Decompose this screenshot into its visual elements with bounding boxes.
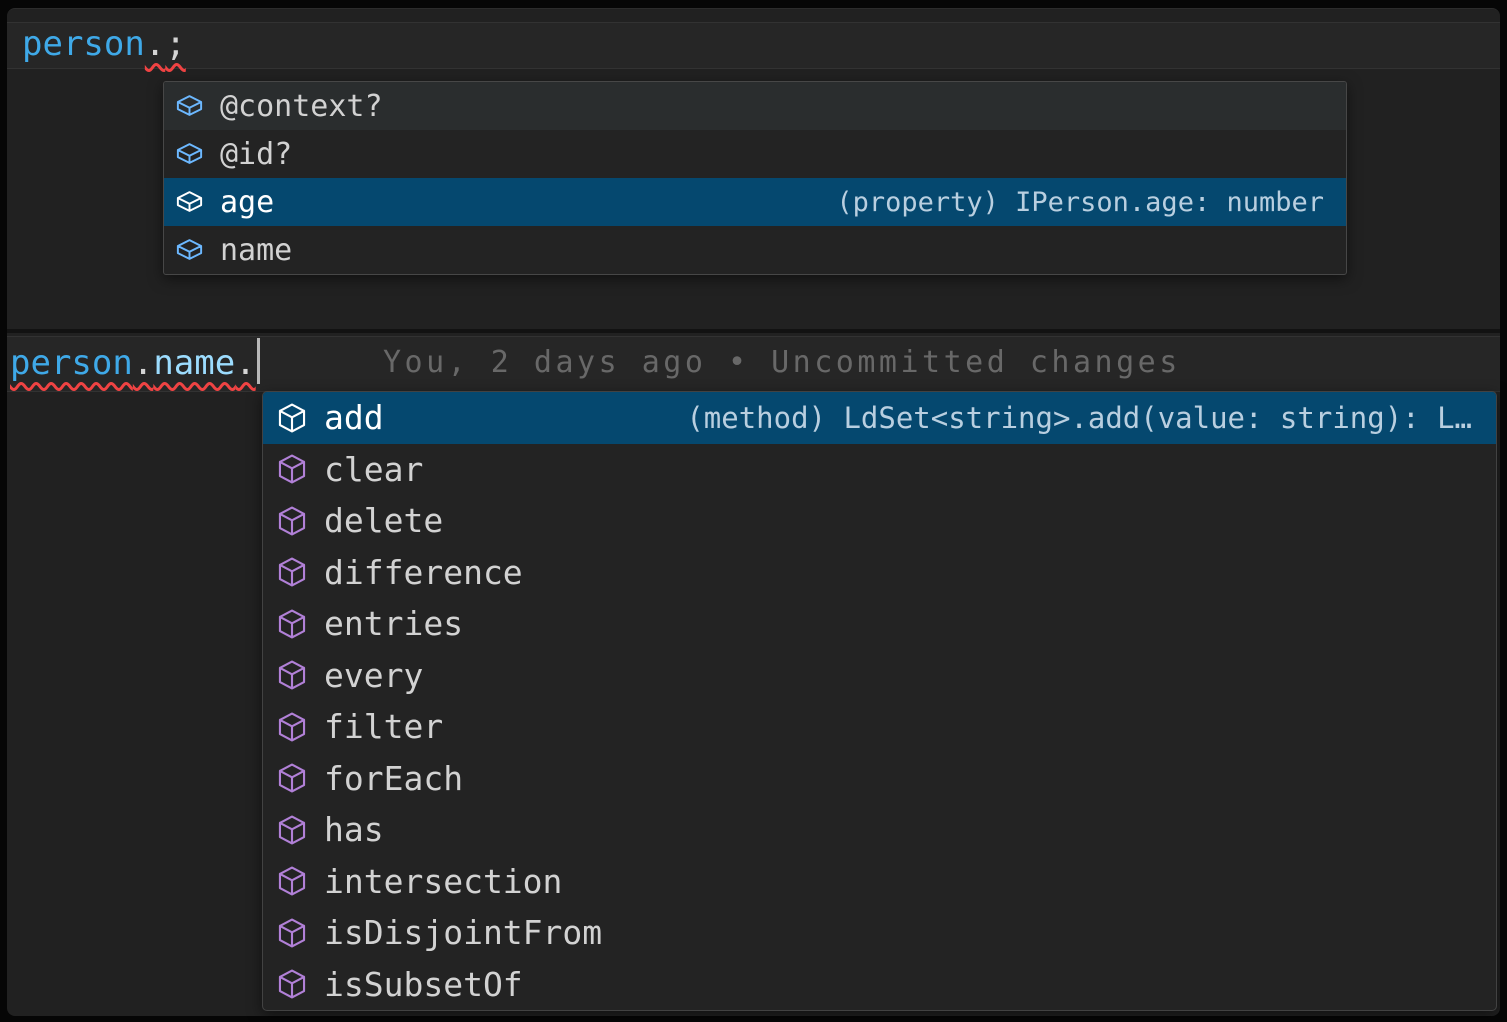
suggestion-item--context-[interactable]: @context?	[164, 82, 1346, 130]
symbol-method-icon	[275, 864, 309, 898]
suggestion-label: entries	[324, 604, 463, 643]
symbol-method-icon	[275, 813, 309, 847]
suggestion-label: isDisjointFrom	[324, 913, 602, 952]
suggestion-label: filter	[324, 707, 443, 746]
suggestion-label: every	[324, 656, 423, 695]
suggestion-label: intersection	[324, 862, 562, 901]
suggestion-item-filter[interactable]: filter	[263, 701, 1496, 753]
symbol-method-icon	[275, 967, 309, 1001]
symbol-method-icon	[275, 452, 309, 486]
suggestion-label: @id?	[220, 137, 292, 172]
suggestion-item-name[interactable]: name	[164, 226, 1346, 274]
suggestion-label: forEach	[324, 759, 463, 798]
suggestion-item-isdisjointfrom[interactable]: isDisjointFrom	[263, 907, 1496, 959]
git-blame-annotation: You, 2 days ago • Uncommitted changes	[383, 336, 1181, 390]
current-line-highlight	[7, 22, 1500, 69]
code-token-trailing-dot: .	[235, 343, 255, 383]
symbol-method-icon	[275, 504, 309, 538]
symbol-field-icon	[174, 139, 205, 170]
suggestion-label: age	[220, 185, 274, 220]
symbol-method-icon	[275, 401, 309, 435]
section-divider	[7, 329, 1500, 333]
symbol-field-icon	[174, 91, 205, 122]
symbol-method-icon	[275, 710, 309, 744]
code-token-name: name	[153, 343, 235, 383]
suggestion-label: clear	[324, 450, 423, 489]
suggestion-item-every[interactable]: every	[263, 650, 1496, 702]
suggestion-item-entries[interactable]: entries	[263, 598, 1496, 650]
vscode-editor-screenshot: person.; @context? @id? age (property) IPer…	[0, 0, 1507, 1022]
suggestion-item-issubsetof[interactable]: isSubsetOf	[263, 959, 1496, 1011]
symbol-method-icon	[275, 761, 309, 795]
suggestion-item-age[interactable]: age (property) IPerson.age: number	[164, 178, 1346, 226]
code-token-dot: .	[133, 343, 153, 383]
suggestion-label: @context?	[220, 89, 383, 124]
suggest-widget-top: @context? @id? age (property) IPerson.age: …	[163, 81, 1347, 275]
suggestion-item-add[interactable]: add (method) LdSet<string>.add(value: str…	[263, 392, 1496, 444]
code-token-person: person	[22, 24, 145, 64]
suggestion-item-clear[interactable]: clear	[263, 444, 1496, 496]
code-token-semicolon: ;	[165, 24, 185, 64]
code-token-dot: .	[145, 24, 165, 64]
suggestion-detail: (property) IPerson.age: number	[836, 187, 1324, 218]
symbol-method-icon	[275, 916, 309, 950]
suggestion-item-difference[interactable]: difference	[263, 547, 1496, 599]
code-editor[interactable]: person.; @context? @id? age (property) IPer…	[7, 8, 1500, 1016]
suggestion-label: name	[220, 233, 292, 268]
suggest-widget-bottom: add (method) LdSet<string>.add(value: str…	[262, 391, 1497, 1011]
suggestion-item-foreach[interactable]: forEach	[263, 753, 1496, 805]
suggestion-label: add	[324, 398, 384, 437]
suggestion-label: delete	[324, 501, 443, 540]
text-cursor-caret	[257, 338, 260, 384]
suggestion-label: difference	[324, 553, 523, 592]
symbol-field-icon	[174, 235, 205, 266]
suggestion-item-has[interactable]: has	[263, 804, 1496, 856]
suggestion-item--id-[interactable]: @id?	[164, 130, 1346, 178]
code-line-1[interactable]: person.;	[22, 22, 186, 67]
symbol-method-icon	[275, 607, 309, 641]
symbol-method-icon	[275, 658, 309, 692]
symbol-field-icon	[174, 187, 205, 218]
suggestion-item-delete[interactable]: delete	[263, 495, 1496, 547]
code-line-2[interactable]: person.name.	[10, 336, 260, 390]
suggestion-item-intersection[interactable]: intersection	[263, 856, 1496, 908]
suggestion-label: isSubsetOf	[324, 965, 523, 1004]
code-token-person: person	[10, 343, 133, 383]
suggestion-detail: (method) LdSet<string>.add(value: string…	[686, 401, 1472, 435]
suggestion-label: has	[324, 810, 384, 849]
symbol-method-icon	[275, 555, 309, 589]
